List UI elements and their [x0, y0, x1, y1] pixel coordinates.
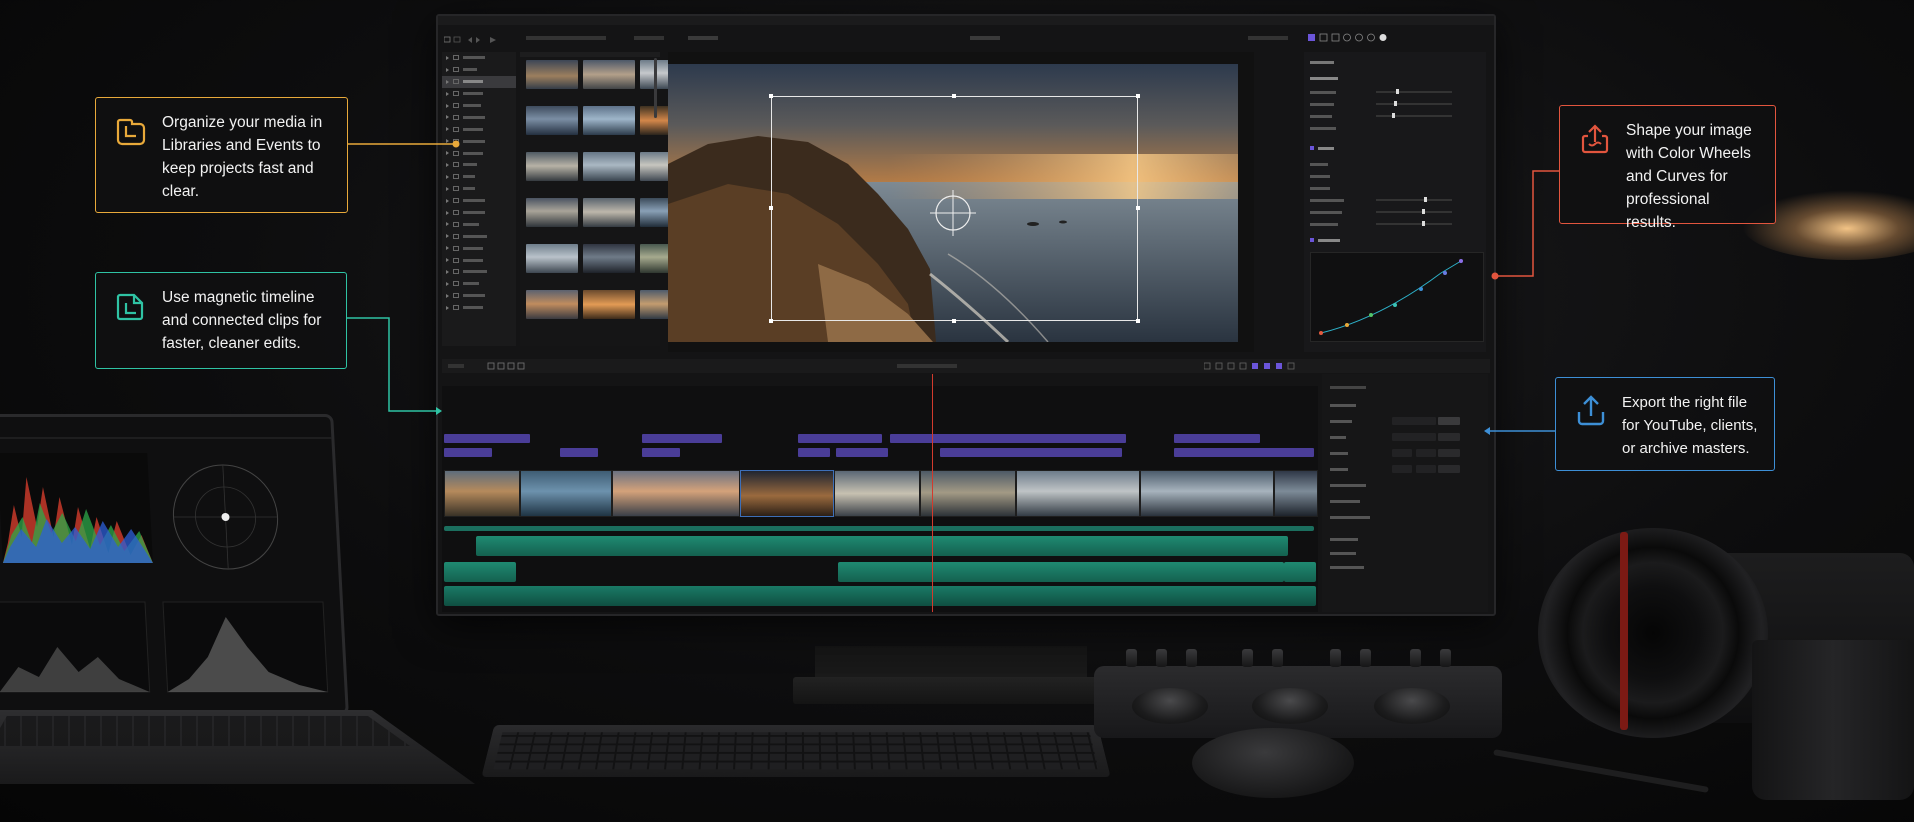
- library-icon: [116, 118, 146, 146]
- callout-magnetic-text: Use magnetic timeline and connected clip…: [162, 289, 322, 352]
- callout-organize-text: Organize your media in Libraries and Eve…: [162, 114, 323, 200]
- callout-magnetic: Use magnetic timeline and connected clip…: [95, 272, 347, 369]
- callout-organize: Organize your media in Libraries and Eve…: [95, 97, 348, 213]
- callout-shape-text: Shape your image with Color Wheels and C…: [1626, 122, 1752, 231]
- export-upload-icon: [1577, 395, 1605, 426]
- callout-export: Export the right file for YouTube, clien…: [1555, 377, 1775, 471]
- callout-export-text: Export the right file for YouTube, clien…: [1622, 394, 1758, 457]
- timeline-clip-icon: [116, 293, 144, 321]
- callout-shape: Shape your image with Color Wheels and C…: [1559, 105, 1776, 231]
- color-share-icon: [1581, 124, 1609, 154]
